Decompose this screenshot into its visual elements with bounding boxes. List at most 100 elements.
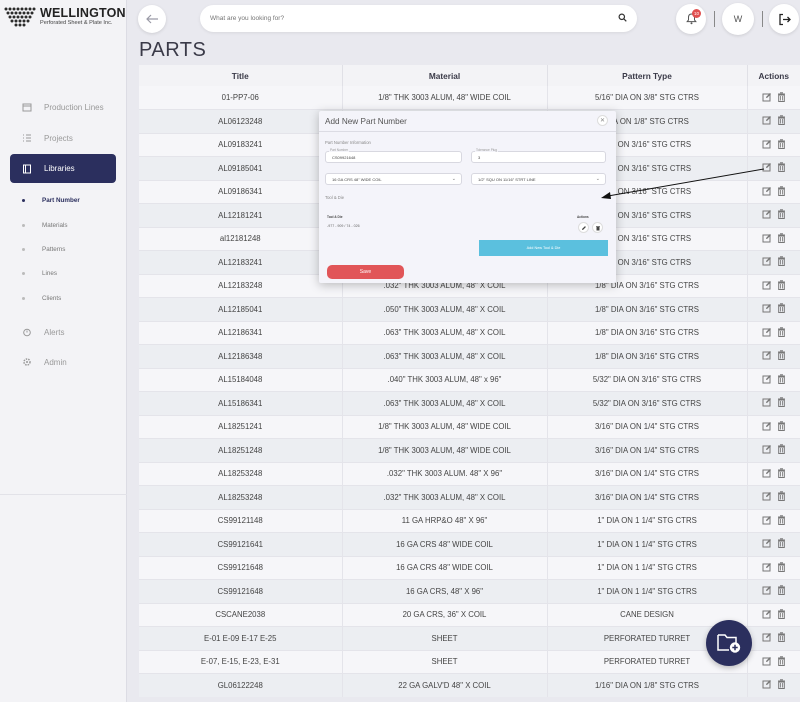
table-row[interactable]: AL18251248 1/8" THK 3003 ALUM, 48" WIDE C…: [139, 438, 800, 463]
edit-icon[interactable]: [762, 609, 772, 621]
table-row[interactable]: AL12185041.050" THK 3003 ALUM, 48" X COI…: [139, 297, 800, 322]
sidebar-subitem-lines[interactable]: Lines: [22, 270, 57, 277]
trash-icon[interactable]: [777, 350, 786, 362]
edit-icon[interactable]: [762, 444, 772, 456]
trash-icon[interactable]: [777, 397, 786, 409]
sidebar-subitem-part-number[interactable]: Part Number: [22, 197, 80, 204]
trash-icon[interactable]: [777, 256, 786, 268]
edit-icon[interactable]: [578, 222, 589, 233]
notifications-button[interactable]: 10: [676, 4, 706, 34]
material-select[interactable]: 16 GA CRS 48" WIDE COIL ⌄: [325, 173, 462, 185]
sidebar-subitem-patterns[interactable]: Patterns: [22, 246, 65, 253]
table-row[interactable]: AL12186348.063" THK 3003 ALUM, 48" X COI…: [139, 344, 800, 369]
trash-icon[interactable]: [592, 222, 603, 233]
trash-icon[interactable]: [777, 421, 786, 433]
sidebar-item-libraries[interactable]: Libraries: [10, 154, 116, 183]
trash-icon[interactable]: [777, 609, 786, 621]
edit-icon[interactable]: [762, 515, 772, 527]
edit-icon[interactable]: [762, 538, 772, 550]
search-icon[interactable]: [618, 13, 627, 22]
add-tool-die-button[interactable]: Add New Tool & Die: [479, 240, 608, 256]
column-header-title[interactable]: Title: [139, 65, 343, 86]
trash-icon[interactable]: [777, 233, 786, 245]
back-button[interactable]: [138, 5, 166, 33]
trash-icon[interactable]: [777, 91, 786, 104]
edit-icon[interactable]: [762, 115, 772, 127]
edit-icon[interactable]: [762, 656, 772, 668]
edit-icon[interactable]: [762, 585, 772, 597]
trash-icon[interactable]: [777, 538, 786, 550]
edit-icon[interactable]: [762, 303, 772, 315]
edit-icon[interactable]: [762, 468, 772, 480]
add-folder-button[interactable]: [706, 620, 752, 666]
edit-icon[interactable]: [762, 374, 772, 386]
brand-logo[interactable]: WELLINGTON Perforated Sheet & Plate Inc.: [4, 6, 126, 30]
table-row[interactable]: CS99121648 16 GA CRS, 48" X 96" 1" DIA ON …: [139, 579, 800, 604]
table-row[interactable]: CS99121148 11 GA HRP&O 48" X 96" 1" DIA ON…: [139, 509, 800, 533]
edit-icon[interactable]: [762, 280, 772, 292]
trash-icon[interactable]: [777, 115, 786, 127]
part-number-field[interactable]: Part Number CS09921648: [325, 148, 462, 163]
table-row[interactable]: AL12186341.063" THK 3003 ALUM, 48" X COI…: [139, 321, 800, 345]
table-row[interactable]: AL15186341.063" THK 3003 ALUM, 48" X COI…: [139, 391, 800, 416]
edit-icon[interactable]: [762, 256, 772, 268]
trash-icon[interactable]: [777, 515, 786, 527]
edit-icon[interactable]: [762, 562, 772, 574]
sidebar-item-alerts[interactable]: Alerts: [10, 318, 116, 346]
table-row[interactable]: CS99121641 16 GA CRS 48" WIDE COIL 1" DIA …: [139, 532, 800, 557]
search-input[interactable]: [210, 11, 590, 25]
trash-icon[interactable]: [777, 162, 786, 174]
trash-icon[interactable]: [777, 209, 786, 221]
edit-icon[interactable]: [762, 421, 772, 433]
sidebar-subitem-clients[interactable]: Clients: [22, 295, 61, 302]
table-row[interactable]: E-07, E-15, E-23, E-31 SHEET PERFORATED TU…: [139, 650, 800, 674]
table-row[interactable]: CS99121648 16 GA CRS 48" WIDE COIL 1" DIA …: [139, 556, 800, 580]
edit-icon[interactable]: [762, 92, 772, 104]
edit-icon[interactable]: [762, 397, 772, 409]
table-row[interactable]: AL18251241 1/8" THK 3003 ALUM, 48" WIDE C…: [139, 415, 800, 439]
table-row[interactable]: CSCANE2038 20 GA CRS, 36" X COIL CANE DESI…: [139, 603, 800, 627]
pattern-select[interactable]: 1/2" SQU ON 11/16" STRT LINE ⌄: [471, 173, 606, 185]
logout-button[interactable]: [769, 4, 799, 34]
sidebar-item-admin[interactable]: Admin: [10, 348, 116, 376]
table-row[interactable]: E-01 E-09 E-17 E-25 SHEET PERFORATED TURRE…: [139, 626, 800, 651]
table-row[interactable]: GL06122248 22 GA GALV'D 48" X COIL 1/16" D…: [139, 673, 800, 697]
edit-icon[interactable]: [762, 679, 772, 691]
edit-icon[interactable]: [762, 233, 772, 245]
trash-icon[interactable]: [777, 280, 786, 292]
trash-icon[interactable]: [777, 327, 786, 339]
search-bar[interactable]: [200, 5, 637, 32]
column-header-material[interactable]: Material: [342, 65, 548, 86]
tolerance-plug-field[interactable]: Tolerance Plug 3: [471, 148, 606, 163]
edit-icon[interactable]: [762, 491, 772, 503]
trash-icon[interactable]: [777, 491, 786, 503]
trash-icon[interactable]: [777, 444, 786, 456]
table-row[interactable]: AL18253248.032" THK 3003 ALUM, 48" X COI…: [139, 485, 800, 510]
sidebar-subitem-materials[interactable]: Materials: [22, 222, 68, 229]
trash-icon[interactable]: [777, 303, 786, 315]
sidebar-item-projects[interactable]: Projects: [10, 124, 116, 152]
save-button[interactable]: Save: [327, 265, 404, 279]
edit-icon[interactable]: [762, 350, 772, 362]
trash-icon[interactable]: [777, 468, 786, 480]
close-icon[interactable]: ✕: [597, 115, 608, 126]
column-header-pattern-type[interactable]: Pattern Type: [547, 65, 748, 86]
table-row[interactable]: AL18253248.032" THK 3003 ALUM. 48" X 96"…: [139, 462, 800, 486]
table-row[interactable]: AL15184048.040" THK 3003 ALUM, 48" x 96"…: [139, 368, 800, 392]
trash-icon[interactable]: [777, 679, 786, 691]
column-header-actions: Actions: [747, 65, 800, 86]
trash-icon[interactable]: [777, 585, 786, 597]
trash-icon[interactable]: [777, 632, 786, 644]
trash-icon[interactable]: [777, 139, 786, 151]
sidebar-item-production-lines[interactable]: Production Lines: [10, 93, 116, 121]
trash-icon[interactable]: [777, 562, 786, 574]
edit-icon[interactable]: [762, 139, 772, 151]
user-avatar[interactable]: W: [722, 3, 754, 35]
trash-icon[interactable]: [777, 374, 786, 386]
table-row[interactable]: 01-PP7-06 1/8" THK 3003 ALUM, 48" WIDE CO…: [139, 86, 800, 110]
edit-icon[interactable]: [762, 632, 772, 644]
trash-icon[interactable]: [777, 186, 786, 198]
trash-icon[interactable]: [777, 656, 786, 668]
edit-icon[interactable]: [762, 327, 772, 339]
edit-icon[interactable]: [762, 209, 772, 221]
